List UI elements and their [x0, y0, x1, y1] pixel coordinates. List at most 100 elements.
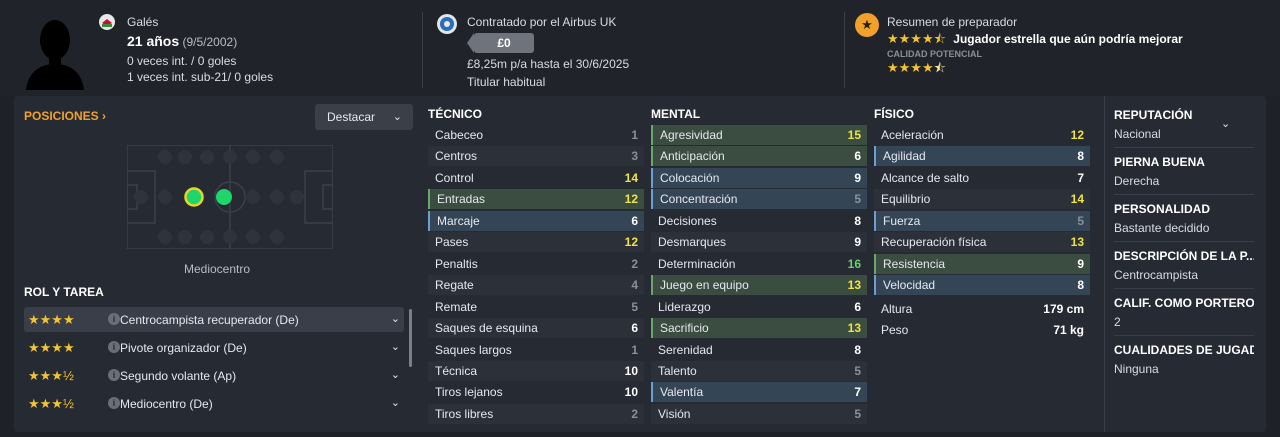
- position-pitch[interactable]: [127, 145, 333, 249]
- attribute-row[interactable]: Decisiones 8: [651, 211, 867, 231]
- reputation-item: REPUTACIÓN Nacional: [1114, 108, 1193, 141]
- attribute-value: 5: [1077, 213, 1084, 228]
- description-item: DESCRIPCIÓN DE LA P... Centrocampista: [1114, 249, 1254, 282]
- attribute-row[interactable]: Equilibrio 14: [874, 189, 1090, 210]
- attribute-row[interactable]: Alcance de salto 7: [874, 168, 1090, 188]
- attribute-row[interactable]: Recuperación física 13: [874, 232, 1090, 253]
- attribute-row[interactable]: Serenidad 8: [651, 340, 867, 360]
- attribute-name: Saques de esquina: [435, 321, 538, 336]
- attribute-row[interactable]: Sacrificio 13: [651, 318, 867, 339]
- attribute-value: 2: [631, 256, 638, 271]
- age-text: 21 años: [127, 33, 180, 49]
- highlight-dropdown[interactable]: Destacar ⌄: [315, 104, 413, 130]
- attribute-row[interactable]: Resistencia 9: [874, 253, 1090, 274]
- role-rating-stars: ★★★★: [28, 312, 75, 327]
- attribute-row[interactable]: Talento 5: [651, 360, 867, 381]
- attribute-row[interactable]: Valentía 7: [651, 382, 867, 403]
- attribute-row[interactable]: Regate 4: [428, 275, 644, 296]
- attribute-row[interactable]: Visión 5: [651, 403, 867, 424]
- chevron-down-icon[interactable]: ⌄: [391, 368, 400, 381]
- attribute-row[interactable]: Colocación 9: [651, 167, 867, 188]
- info-icon[interactable]: i: [108, 341, 120, 353]
- attribute-row[interactable]: Agilidad 8: [874, 146, 1090, 167]
- chevron-down-icon[interactable]: ⌄: [391, 312, 400, 325]
- attribute-value: 8: [854, 342, 861, 357]
- attribute-name: Alcance de salto: [881, 170, 970, 185]
- role-row[interactable]: ★★★★ i Pivote organizador (De) ⌄: [24, 335, 404, 360]
- attribute-name: Desmarques: [658, 235, 727, 250]
- potential-label: CALIDAD POTENCIAL: [887, 49, 982, 59]
- club-text[interactable]: Contratado por el Airbus UK: [467, 13, 629, 31]
- attribute-name: Equilibrio: [881, 192, 931, 207]
- attribute-row[interactable]: Agresividad 15: [651, 125, 867, 145]
- roles-scrollbar[interactable]: [409, 309, 412, 367]
- attribute-name: Control: [435, 170, 474, 185]
- attribute-name: Pases: [435, 235, 469, 250]
- selected-position-marker: [184, 187, 204, 207]
- attribute-row[interactable]: Entradas 12: [428, 189, 644, 210]
- role-rating-stars: ★★★★: [28, 340, 75, 355]
- chevron-down-icon: ⌄: [392, 111, 402, 123]
- attribute-name: Tiros libres: [435, 406, 494, 421]
- attribute-row[interactable]: Marcaje 6: [428, 210, 644, 231]
- attribute-row[interactable]: Concentración 5: [651, 189, 867, 210]
- attribute-value: 3: [631, 149, 638, 164]
- current-ability-stars: ★★★★⯪: [887, 31, 946, 46]
- attribute-row[interactable]: Velocidad 8: [874, 275, 1090, 296]
- personality-item: PERSONALIDAD Bastante decidido: [1114, 202, 1211, 235]
- club-badge-icon[interactable]: [436, 13, 458, 38]
- role-row[interactable]: ★★★★ i Centrocampista recuperador (De) ⌄: [24, 307, 404, 332]
- info-icon[interactable]: i: [108, 313, 120, 325]
- attribute-row[interactable]: Cabeceo 1: [428, 125, 644, 145]
- attribute-row[interactable]: Centros 3: [428, 146, 644, 167]
- attribute-row[interactable]: Penaltis 2: [428, 254, 644, 274]
- attribute-value: 7: [1077, 170, 1084, 185]
- attribute-row[interactable]: Fuerza 5: [874, 210, 1090, 231]
- attribute-row[interactable]: Tiros lejanos 10: [428, 382, 644, 402]
- attribute-row[interactable]: Determinación 16: [651, 254, 867, 274]
- positions-section: POSICIONES › Destacar ⌄ Mediocentro ROL …: [14, 96, 418, 432]
- coach-report[interactable]: Resumen de preparador ★★★★⯪ Jugador estr…: [887, 13, 1183, 76]
- attribute-name: Visión: [658, 406, 691, 421]
- attribute-row[interactable]: Pases 12: [428, 232, 644, 253]
- attribute-value: 12: [624, 235, 638, 250]
- player-info-column: REPUTACIÓN Nacional PIERNA BUENA Derecha…: [1104, 96, 1266, 432]
- attribute-name: Tiros lejanos: [435, 385, 503, 400]
- info-icon[interactable]: i: [108, 397, 120, 409]
- positions-link[interactable]: POSICIONES ›: [24, 109, 106, 123]
- attribute-row[interactable]: Saques largos 1: [428, 340, 644, 360]
- info-icon[interactable]: i: [108, 369, 120, 381]
- attribute-value: 10: [624, 385, 638, 400]
- attribute-row[interactable]: Saques de esquina 6: [428, 318, 644, 339]
- attribute-row[interactable]: Remate 5: [428, 297, 644, 317]
- attribute-name: Cabeceo: [435, 128, 484, 142]
- caps-text: 0 veces int. / 0 goles: [127, 54, 237, 68]
- wage-text: £8,25m p/a hasta el 30/6/2025: [467, 57, 630, 71]
- role-row[interactable]: ★★★½ i Segundo volante (Ap) ⌄: [24, 363, 404, 388]
- attribute-name: Agresividad: [660, 128, 723, 142]
- chevron-down-icon[interactable]: ⌄: [391, 396, 400, 409]
- nation-flag-icon: [98, 13, 116, 34]
- attribute-row[interactable]: Técnica 10: [428, 360, 644, 381]
- role-row[interactable]: ★★★½ i Mediocentro (De) ⌄: [24, 391, 404, 416]
- attribute-row[interactable]: Anticipación 6: [651, 146, 867, 167]
- qualities-item: CUALIDADES DE JUGADO Ninguna: [1114, 343, 1254, 376]
- attribute-value: 14: [624, 170, 638, 185]
- attribute-value: 8: [1077, 149, 1084, 164]
- value-badge: £0: [467, 33, 534, 53]
- attribute-row[interactable]: Juego en equipo 13: [651, 275, 867, 296]
- attribute-row[interactable]: Desmarques 9: [651, 232, 867, 253]
- attribute-row[interactable]: Aceleración 12: [874, 125, 1090, 145]
- chevron-down-icon[interactable]: ⌄: [1221, 117, 1230, 130]
- attribute-value: 9: [854, 170, 861, 185]
- coach-summary: Jugador estrella que aún podría mejorar: [953, 32, 1183, 46]
- attribute-name: Regate: [435, 278, 474, 293]
- attribute-value: 12: [624, 192, 638, 207]
- attribute-value: 6: [631, 213, 638, 228]
- attribute-row[interactable]: Liderazgo 6: [651, 297, 867, 317]
- attribute-row[interactable]: Control 14: [428, 168, 644, 188]
- attribute-name: Decisiones: [658, 213, 717, 228]
- attribute-row[interactable]: Tiros libres 2: [428, 403, 644, 424]
- header-divider: [844, 12, 845, 88]
- chevron-down-icon[interactable]: ⌄: [391, 340, 400, 353]
